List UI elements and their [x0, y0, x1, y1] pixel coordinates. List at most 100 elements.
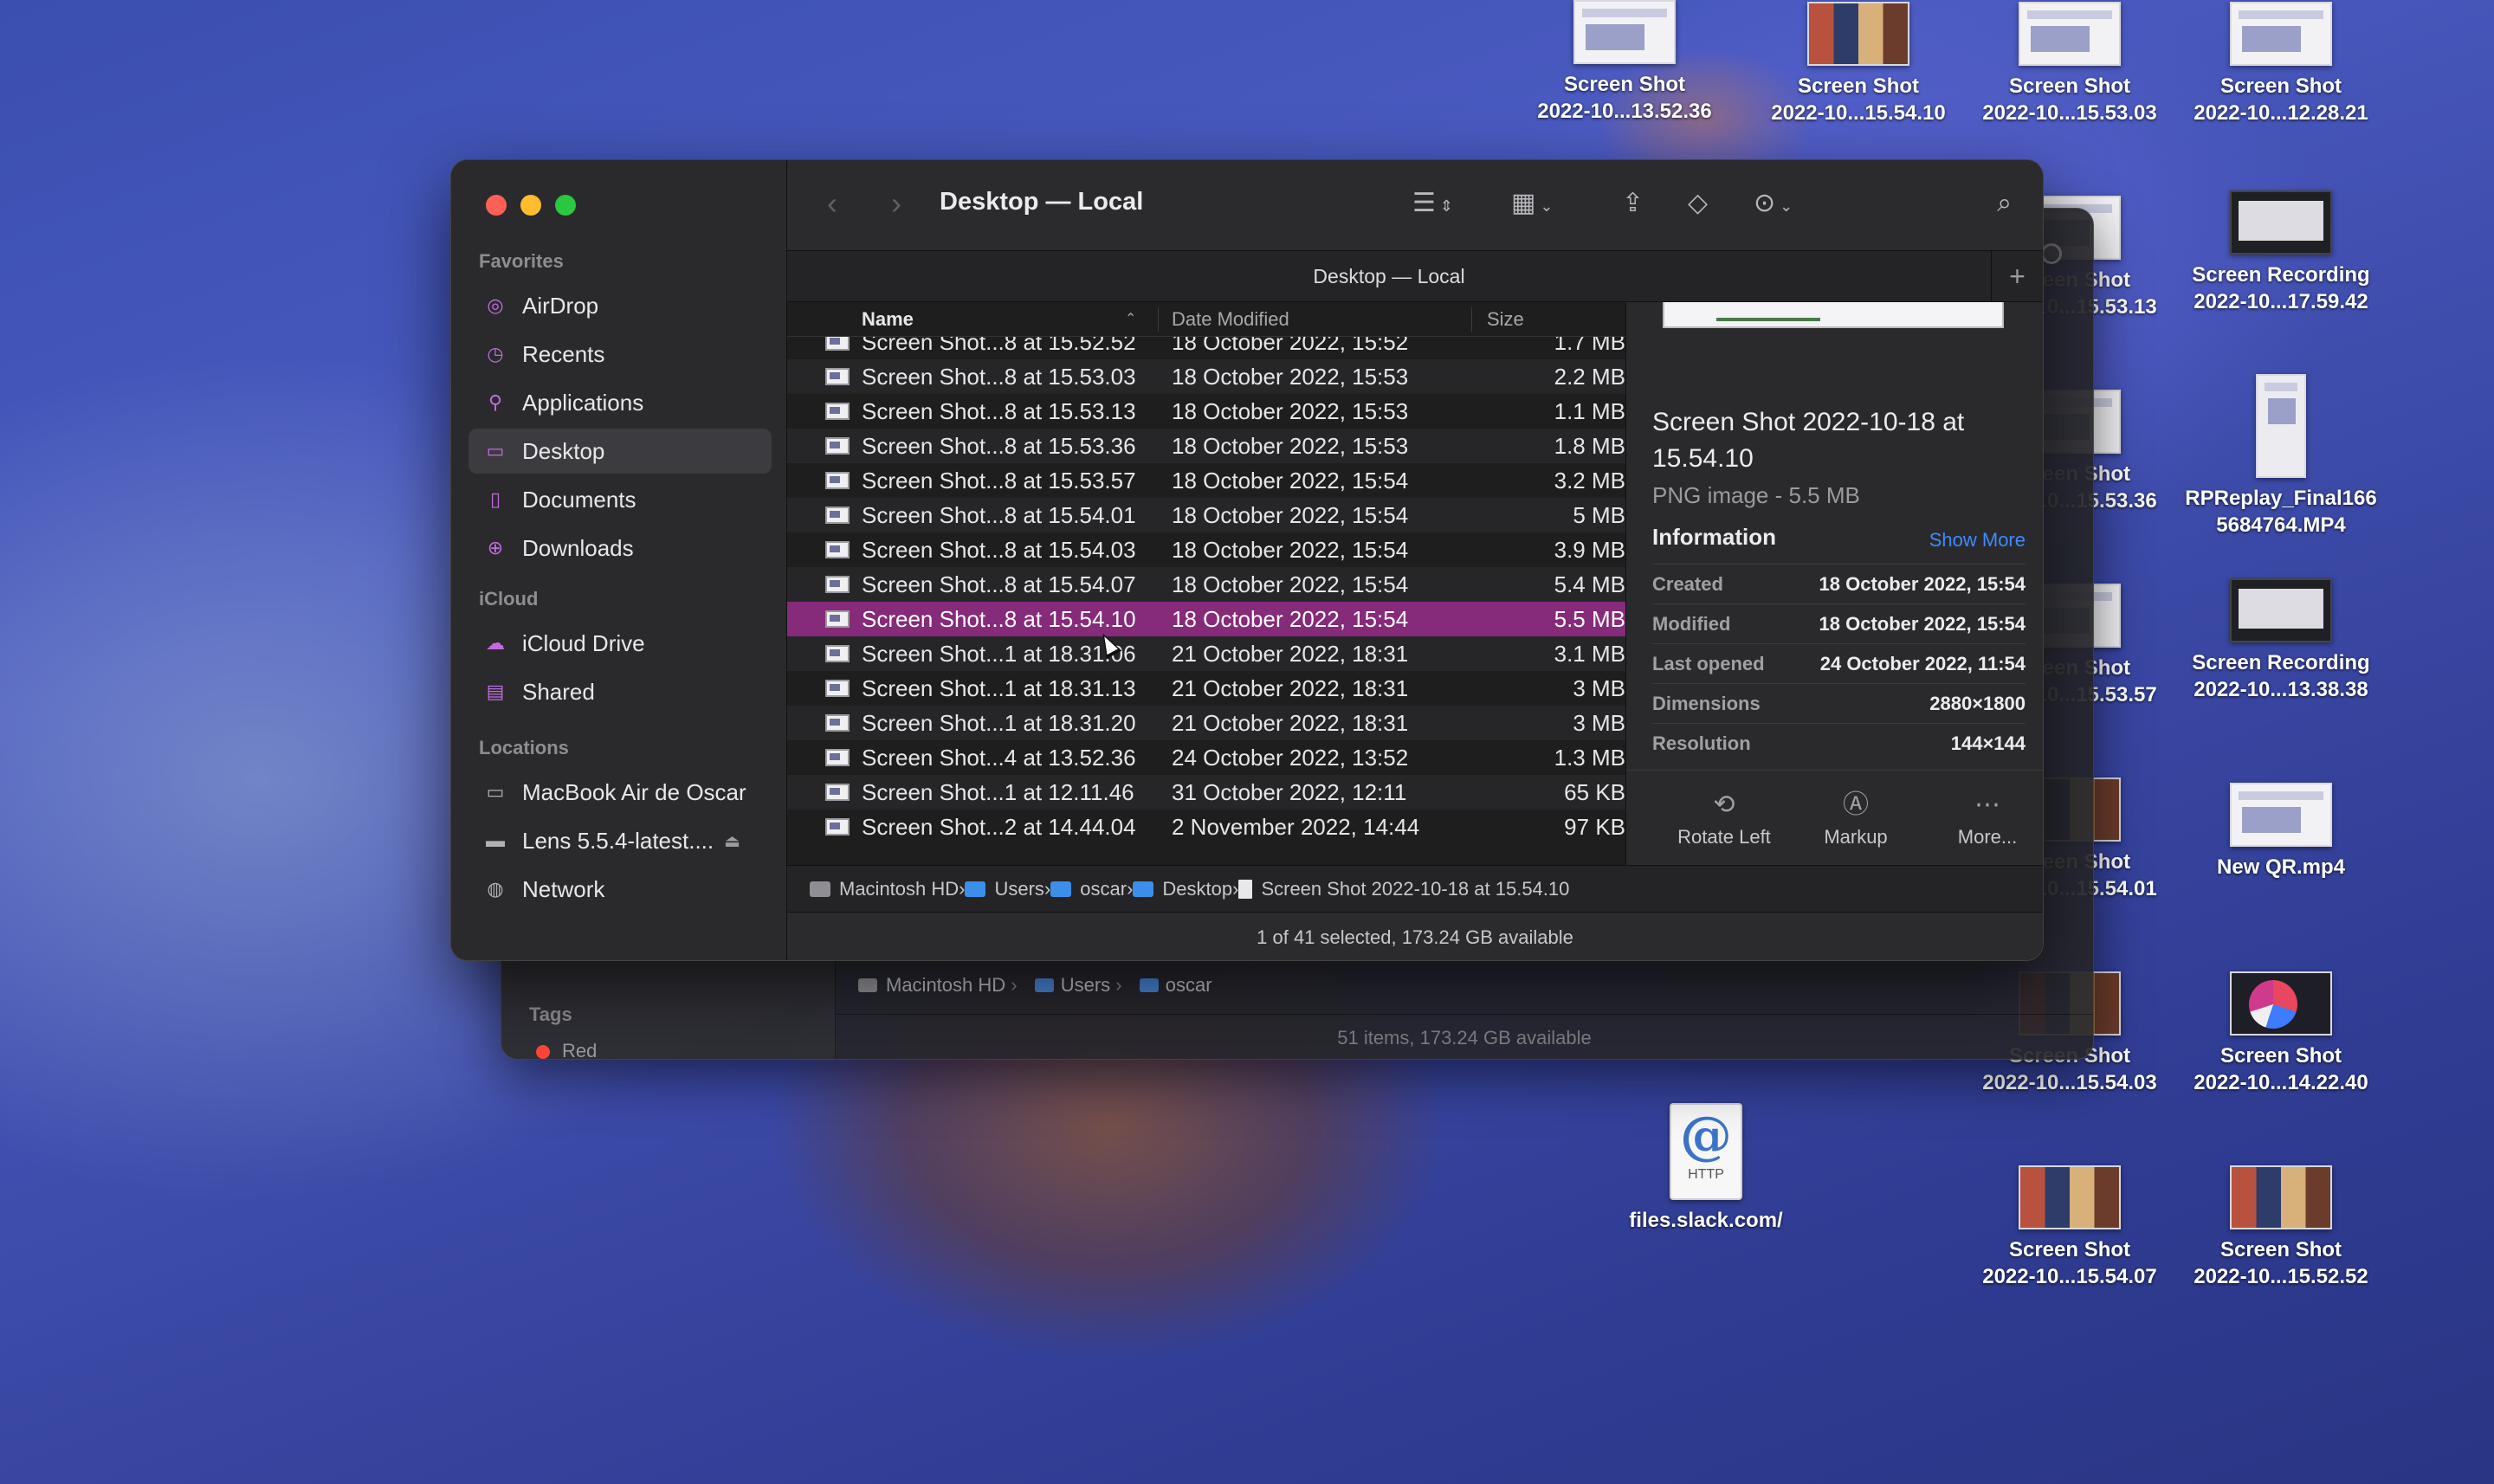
rotate-left-button[interactable]: ⟲ Rotate Left [1659, 771, 1789, 852]
sidebar-item-airdrop[interactable]: ◎ AirDrop [468, 283, 772, 328]
table-row[interactable]: Screen Shot...8 at 15.53.03 18 October 20… [787, 359, 1625, 394]
desktop-file-label: Screen Shot 2022-10...15.53.03 [1982, 74, 2157, 125]
sidebar-item-documents[interactable]: ▯ Documents [468, 477, 772, 522]
finder-window[interactable]: Favorites ◎ AirDrop ◷ Recents ⚲ Applications ▭… [450, 159, 2044, 961]
desktop-file-icon[interactable]: Screen Recording 2022-10...17.59.42 [2181, 190, 2381, 315]
http-label: HTTP [1688, 1167, 1724, 1182]
tag-red[interactable]: Red [536, 1040, 597, 1059]
more-button[interactable]: ⋯ More... [1922, 771, 2043, 852]
tab-bar: Desktop — Local + [787, 250, 2043, 302]
file-date: 31 October 2022, 12:11 [1172, 779, 1407, 805]
image-file-icon [1807, 2, 1909, 66]
desktop-file-icon[interactable]: RPReplay_Final166 5684764.MP4 [2181, 374, 2381, 539]
action-label: Markup [1824, 826, 1888, 848]
file-size: 97 KB [1564, 814, 1625, 840]
column-separator[interactable] [1158, 307, 1159, 332]
info-row: Resolution 144×144 [1652, 723, 2026, 763]
list-view-icon[interactable]: ☰ ⇕ [1412, 184, 1453, 225]
table-row[interactable]: Screen Shot...8 at 15.54.10 18 October 20… [787, 602, 1625, 636]
desktop-file-label: Screen Shot 2022-10...14.22.40 [2194, 1044, 2368, 1094]
sidebar-item-lens-5-5-4-latest[interactable]: ▬ Lens 5.5.4-latest.... ⏏ [468, 818, 772, 863]
table-row[interactable]: Screen Shot...1 at 12.11.46 31 October 20… [787, 775, 1625, 810]
desktop-file-icon[interactable]: @ HTTP files.slack.com/ [1606, 1103, 1806, 1234]
desktop-file-icon[interactable]: Screen Shot 2022-10...15.53.03 [1970, 2, 2169, 126]
file-date: 18 October 2022, 15:53 [1172, 364, 1409, 390]
desktop-file-label: Screen Recording 2022-10...17.59.42 [2192, 263, 2370, 313]
search-icon[interactable]: ⌕ [1997, 184, 2012, 223]
preview-title: Screen Shot 2022-10-18 at 15.54.10 [1652, 408, 1965, 473]
file-size: 3 MB [1573, 675, 1625, 701]
table-row[interactable]: Screen Shot...1 at 18.31.13 21 October 20… [787, 671, 1625, 706]
table-row[interactable]: Screen Shot...8 at 15.54.01 18 October 20… [787, 498, 1625, 532]
table-row[interactable]: Screen Shot...1 at 18.31.06 21 October 20… [787, 636, 1625, 671]
zoom-button[interactable] [555, 195, 576, 216]
desktop-file-icon[interactable]: Screen Shot 2022-10...13.52.36 [1525, 0, 1724, 125]
tab-desktop-local[interactable]: Desktop — Local [787, 251, 1991, 301]
document-icon: ▯ [489, 488, 501, 510]
table-row[interactable]: Screen Shot...8 at 15.53.13 18 October 20… [787, 394, 1625, 429]
sidebar-item-label: Lens 5.5.4-latest.... [522, 827, 714, 854]
table-row[interactable]: Screen Shot...8 at 15.54.07 18 October 20… [787, 567, 1625, 602]
column-size[interactable]: Size [1487, 302, 1524, 337]
table-row[interactable]: Screen Shot...8 at 15.54.03 18 October 20… [787, 532, 1625, 567]
show-more-link[interactable]: Show More [1929, 529, 2026, 552]
folder-icon [1034, 978, 1054, 992]
desktop-file-icon[interactable]: Screen Shot 2022-10...12.28.21 [2181, 2, 2381, 126]
sidebar-item-shared[interactable]: ▤ Shared [468, 669, 772, 714]
file-name: Screen Shot...1 at 18.31.13 [862, 675, 1136, 701]
desktop-file-icon[interactable]: Screen Shot 2022-10...14.22.40 [2181, 971, 2381, 1096]
sidebar-item-downloads[interactable]: ⊕ Downloads [468, 526, 772, 571]
minimize-button[interactable] [520, 195, 541, 216]
sidebar-item-macbook-air-de-oscar[interactable]: ▭ MacBook Air de Oscar [468, 770, 772, 815]
path-separator-icon: › [1110, 974, 1127, 996]
path-segment[interactable]: Users [965, 878, 1044, 900]
path-segment[interactable]: Users [1061, 974, 1110, 996]
sidebar-item-icloud-drive[interactable]: ☁ iCloud Drive [468, 621, 772, 666]
file-size: 3.9 MB [1554, 537, 1625, 563]
path-segment[interactable]: oscar [1050, 878, 1127, 900]
path-segment[interactable]: Desktop [1133, 878, 1232, 900]
sidebar-item-network[interactable]: ◍ Network [468, 867, 772, 912]
column-date-modified[interactable]: Date Modified [1172, 302, 1289, 337]
forward-button[interactable]: › [891, 184, 901, 223]
table-row[interactable]: Screen Shot...2 at 14.44.04 2 November 20… [787, 810, 1625, 844]
table-row[interactable]: Screen Shot...4 at 13.52.36 24 October 20… [787, 740, 1625, 775]
group-icon[interactable]: ▦ ⌄ [1511, 184, 1553, 225]
desktop-file-icon[interactable]: Screen Shot 2022-10...15.54.10 [1759, 2, 1958, 126]
file-size: 5.4 MB [1554, 571, 1625, 597]
tag-icon[interactable]: ◇ [1688, 184, 1708, 223]
sidebar-item-label: Network [522, 875, 605, 902]
sidebar-item-recents[interactable]: ◷ Recents [468, 332, 772, 377]
table-row[interactable]: Screen Shot...8 at 15.52.52 18 October 20… [787, 337, 1625, 359]
disk-icon [858, 978, 877, 992]
desktop-file-icon[interactable]: Screen Shot 2022-10...15.52.52 [2181, 1165, 2381, 1290]
video-file-icon [2230, 578, 2332, 642]
image-file-icon [825, 541, 850, 558]
image-file-icon [825, 749, 850, 766]
new-tab-button[interactable]: + [1991, 251, 2043, 301]
path-segment[interactable]: Screen Shot 2022-10-18 at 15.54.10 [1238, 878, 1569, 900]
back-button[interactable]: ‹ [827, 184, 837, 223]
table-row[interactable]: Screen Shot...1 at 18.31.20 21 October 20… [787, 706, 1625, 740]
table-row[interactable]: Screen Shot...8 at 15.53.36 18 October 20… [787, 429, 1625, 463]
close-button[interactable] [486, 195, 507, 216]
sidebar-item-applications[interactable]: ⚲ Applications [468, 380, 772, 425]
column-name[interactable]: Name [862, 302, 914, 337]
desktop-file-icon[interactable]: New QR.mp4 [2181, 783, 2381, 881]
search-icon[interactable] [2041, 243, 2062, 264]
eject-icon[interactable]: ⏏ [724, 830, 740, 852]
action-menu-icon[interactable]: ⊙ ⌄ [1754, 184, 1793, 225]
path-segment[interactable]: Macintosh HD [886, 974, 1005, 996]
markup-button[interactable]: Ⓐ Markup [1791, 771, 1921, 852]
file-size: 3 MB [1573, 710, 1625, 736]
path-segment[interactable]: oscar [1166, 974, 1212, 996]
desktop-file-icon[interactable]: Screen Recording 2022-10...13.38.38 [2181, 578, 2381, 703]
share-icon[interactable]: ⇪ [1622, 184, 1644, 223]
sidebar-item-desktop[interactable]: ▭ Desktop [468, 429, 772, 474]
column-separator[interactable] [1471, 307, 1472, 332]
desktop-file-icon[interactable]: Screen Shot 2022-10...15.54.07 [1970, 1165, 2169, 1290]
file-size: 3.1 MB [1554, 641, 1625, 667]
image-file-icon [1573, 0, 1676, 64]
path-segment[interactable]: Macintosh HD [810, 878, 959, 900]
table-row[interactable]: Screen Shot...8 at 15.53.57 18 October 20… [787, 463, 1625, 498]
